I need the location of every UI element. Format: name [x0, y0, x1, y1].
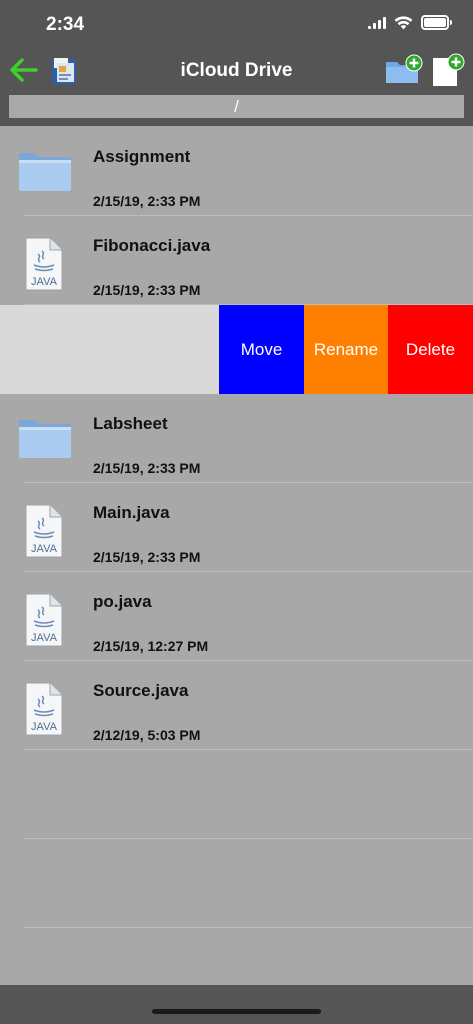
navigation-header: 2:34 iCloud Drive /	[0, 0, 473, 126]
java-badge: JAVA	[31, 276, 58, 288]
java-badge: JAVA	[31, 632, 58, 644]
folder-icon	[19, 153, 71, 191]
item-date: 2/15/19, 2:33 PM	[93, 549, 201, 565]
row-divider	[24, 927, 473, 928]
home-indicator[interactable]	[152, 1009, 321, 1014]
item-name: po.java	[93, 592, 152, 611]
new-file-icon[interactable]	[430, 52, 466, 88]
java-file-icon: JAVA	[25, 504, 63, 558]
wifi-icon	[394, 15, 413, 29]
signal-icon	[368, 16, 386, 29]
file-list: Assignment 2/15/19, 2:33 PM JAVA Fibonac…	[0, 127, 473, 928]
list-item[interactable]: JAVA po.java 2/15/19, 12:27 PM	[0, 572, 473, 661]
bottom-bar	[0, 985, 473, 1024]
empty-row	[0, 839, 473, 928]
item-date: 2/15/19, 2:33 PM	[93, 460, 201, 476]
java-file-icon: JAVA	[25, 593, 63, 647]
item-date: 2/15/19, 2:33 PM	[93, 282, 201, 298]
list-item[interactable]: JAVA Fibonacci.java 2/15/19, 2:33 PM	[0, 216, 473, 305]
java-badge: JAVA	[31, 721, 58, 733]
list-item[interactable]: JAVA Source.java 2/12/19, 5:03 PM	[0, 661, 473, 750]
item-name: Fibonacci.java	[93, 236, 211, 255]
item-name: Labsheet	[93, 414, 168, 433]
status-time: 2:34	[46, 14, 85, 35]
delete-button[interactable]: Delete	[388, 305, 473, 394]
folder-icon	[19, 420, 71, 458]
empty-row	[0, 750, 473, 839]
java-badge: JAVA	[31, 543, 58, 555]
swiped-row-content[interactable]	[0, 305, 219, 394]
path-bar: /	[9, 95, 464, 118]
status-icons	[368, 15, 452, 30]
move-button[interactable]: Move	[219, 305, 304, 394]
item-date: 2/12/19, 5:03 PM	[93, 727, 201, 743]
rename-button[interactable]: Rename	[304, 305, 388, 394]
item-name: Main.java	[93, 503, 170, 522]
list-item[interactable]: Labsheet 2/15/19, 2:33 PM	[0, 394, 473, 483]
list-item[interactable]: JAVA Main.java 2/15/19, 2:33 PM	[0, 483, 473, 572]
item-date: 2/15/19, 12:27 PM	[93, 638, 209, 654]
swipe-actions-row: Move Rename Delete	[0, 305, 473, 394]
battery-icon	[421, 15, 452, 30]
item-name: Source.java	[93, 681, 189, 700]
item-name: Assignment	[93, 147, 191, 166]
new-folder-icon[interactable]	[384, 54, 424, 86]
item-date: 2/15/19, 2:33 PM	[93, 193, 201, 209]
list-item[interactable]: Assignment 2/15/19, 2:33 PM	[0, 127, 473, 216]
java-file-icon: JAVA	[25, 237, 63, 291]
java-file-icon: JAVA	[25, 682, 63, 736]
